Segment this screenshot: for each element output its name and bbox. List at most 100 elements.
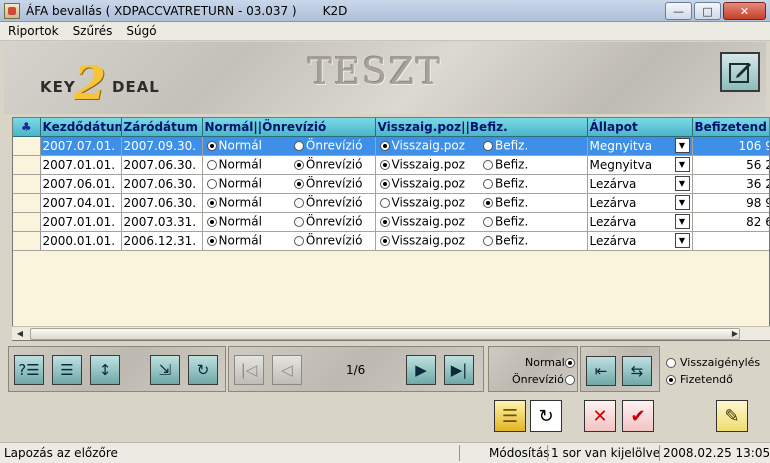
mode-onrev-radio[interactable] [293,178,304,189]
cell-amount[interactable] [692,231,769,251]
horizontal-scrollbar[interactable]: ◀ ▶ [12,326,770,340]
pos-visszaig-radio[interactable] [379,197,390,208]
sign-button[interactable]: ✎ [716,400,748,432]
column-header-position[interactable]: Visszaig.poz||Befiz. [375,118,588,137]
export-button[interactable]: ⇲ [150,355,180,385]
mode-normal-radio[interactable] [206,235,217,246]
cell-start-date[interactable]: 2007.04.01. [40,193,122,213]
mode-normal-radio[interactable] [206,197,217,208]
dropdown-arrow-icon[interactable]: ▼ [674,214,690,229]
filter-visszaig-radio[interactable] [666,358,676,368]
scroll-left-icon[interactable]: ◀ [13,328,27,340]
cell-mode[interactable]: Normál Önrevízió [202,193,376,213]
cell-end-date[interactable]: 2007.06.30. [121,193,203,213]
cell-start-date[interactable]: 2007.01.01. [40,155,122,175]
mode-normal-radio[interactable] [206,140,217,151]
cell-end-date[interactable]: 2007.06.30. [121,174,203,194]
coins-button[interactable]: ☰ [494,400,526,432]
previous-page-button[interactable]: ◁ [272,355,302,385]
pos-visszaig-radio[interactable] [379,178,390,189]
cell-amount[interactable]: 106 98 [692,136,769,156]
cell-start-date[interactable]: 2007.06.01. [40,174,122,194]
pos-visszaig-radio[interactable] [379,216,390,227]
menu-sugo[interactable]: Súgó [118,24,162,38]
table-row[interactable]: 2007.07.01. 2007.09.30. Normál Önrevízió Vis… [13,136,769,156]
close-button[interactable]: ✕ [723,2,766,20]
filter-onrev-radio[interactable] [565,375,575,385]
table-row[interactable]: 2000.01.01. 2006.12.31. Normál Önrevízió Vis… [13,231,769,251]
cancel-button[interactable]: ✕ [584,400,616,432]
row-selector[interactable] [13,212,41,232]
cell-position[interactable]: Visszaig.poz Befiz. [375,136,588,156]
cell-start-date[interactable]: 2007.01.01. [40,212,122,232]
first-page-button[interactable]: |◁ [234,355,264,385]
cell-mode[interactable]: Normál Önrevízió [202,155,376,175]
cell-amount[interactable]: 82 64 [692,212,769,232]
pos-befiz-radio[interactable] [482,235,493,246]
table-row[interactable]: 2007.04.01. 2007.06.30. Normál Önrevízió Vis… [13,193,769,213]
row-selector[interactable] [13,155,41,175]
column-header-start[interactable]: Kezdődátum [40,118,122,137]
cell-status[interactable]: Megnyitva ▼ [587,155,693,175]
menu-riportok[interactable]: Riportok [0,24,65,38]
table-row[interactable]: 2007.01.01. 2007.03.31. Normál Önrevízió Vis… [13,212,769,232]
cell-start-date[interactable]: 2000.01.01. [40,231,122,251]
cell-status[interactable]: Lezárva ▼ [587,231,693,251]
column-config-button[interactable]: ?☰ [14,355,44,385]
pos-visszaig-radio[interactable] [379,235,390,246]
dropdown-arrow-icon[interactable]: ▼ [674,233,690,248]
pos-befiz-radio[interactable] [482,159,493,170]
menu-szures[interactable]: Szűrés [65,24,119,38]
column-header-status[interactable]: Állapot [587,118,693,137]
minimize-button[interactable]: — [665,2,692,20]
cell-mode[interactable]: Normál Önrevízió [202,212,376,232]
maximize-button[interactable]: □ [694,2,721,20]
cell-amount[interactable]: 56 28 [692,155,769,175]
mode-onrev-radio[interactable] [293,235,304,246]
accept-button[interactable]: ✔ [622,400,654,432]
pos-befiz-radio[interactable] [482,140,493,151]
reload-button[interactable]: ↻ [530,400,562,432]
cell-start-date[interactable]: 2007.07.01. [40,136,122,156]
cell-position[interactable]: Visszaig.poz Befiz. [375,155,588,175]
mode-onrev-radio[interactable] [293,140,304,151]
cell-position[interactable]: Visszaig.poz Befiz. [375,231,588,251]
mode-onrev-radio[interactable] [293,159,304,170]
cell-amount[interactable]: 98 99 [692,193,769,213]
dropdown-arrow-icon[interactable]: ▼ [674,138,690,153]
move-left-button[interactable]: ⇤ [586,356,616,386]
mode-normal-radio[interactable] [206,216,217,227]
pos-visszaig-radio[interactable] [379,140,390,151]
edit-button[interactable] [720,52,760,92]
cell-mode[interactable]: Normál Önrevízió [202,231,376,251]
table-row[interactable]: 2007.01.01. 2007.06.30. Normál Önrevízió Vis… [13,155,769,175]
scroll-thumb[interactable] [30,328,740,340]
sort-button[interactable]: ↕ [90,355,120,385]
cell-end-date[interactable]: 2007.06.30. [121,155,203,175]
next-page-button[interactable]: ▶ [406,355,436,385]
row-selector[interactable] [13,231,41,251]
row-selector[interactable] [13,193,41,213]
column-header-mode[interactable]: Normál||Önrevízió [202,118,376,137]
grid-corner[interactable]: ♣ [13,118,41,137]
cell-status[interactable]: Lezárva ▼ [587,212,693,232]
column-header-end[interactable]: Záródátum [121,118,203,137]
filter-fizetendo-radio[interactable] [666,375,676,385]
cell-status[interactable]: Megnyitva ▼ [587,136,693,156]
mode-normal-radio[interactable] [206,159,217,170]
cell-mode[interactable]: Normál Önrevízió [202,136,376,156]
pos-befiz-radio[interactable] [482,197,493,208]
cell-status[interactable]: Lezárva ▼ [587,193,693,213]
mode-onrev-radio[interactable] [293,216,304,227]
refresh-grid-button[interactable]: ↻ [188,355,218,385]
column-header-amount[interactable]: Befizetend [692,118,769,137]
mode-normal-radio[interactable] [206,178,217,189]
mode-onrev-radio[interactable] [293,197,304,208]
pos-visszaig-radio[interactable] [379,159,390,170]
cell-position[interactable]: Visszaig.poz Befiz. [375,174,588,194]
dropdown-arrow-icon[interactable]: ▼ [674,176,690,191]
row-selector[interactable] [13,174,41,194]
move-right-button[interactable]: ⇆ [622,356,652,386]
pos-befiz-radio[interactable] [482,216,493,227]
dropdown-arrow-icon[interactable]: ▼ [674,195,690,210]
